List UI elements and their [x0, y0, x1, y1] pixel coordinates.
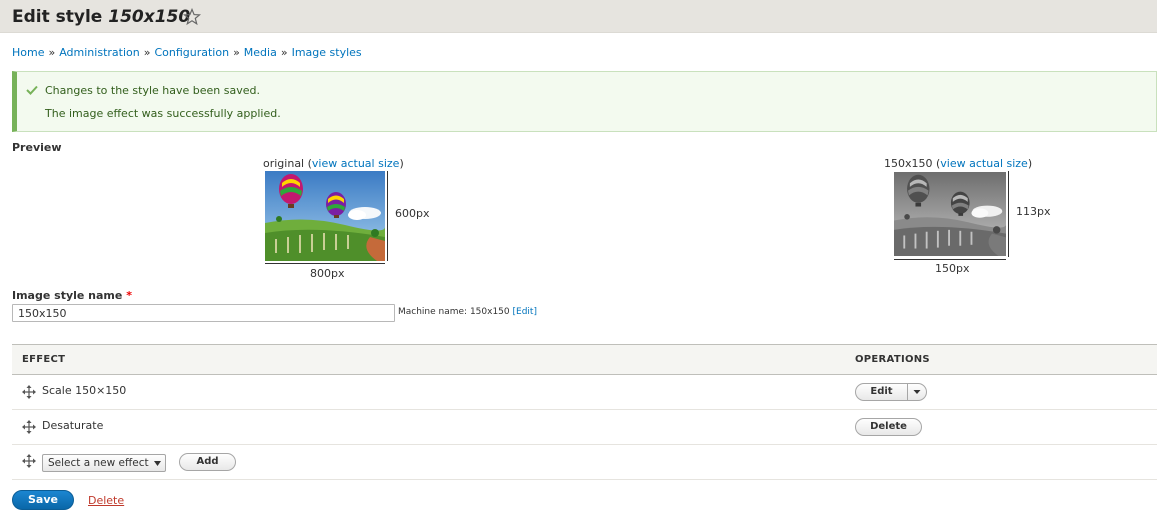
- required-marker: *: [126, 289, 132, 302]
- derivative-preview-image[interactable]: [894, 171, 1006, 257]
- move-icon[interactable]: [22, 385, 36, 399]
- table-row: Scale 150×150 Edit: [12, 375, 1157, 410]
- breadcrumb: Home» Administration» Configuration» Media»…: [12, 46, 362, 59]
- derivative-view-actual-size-link[interactable]: view actual size: [940, 157, 1028, 170]
- status-message: Changes to the style have been saved.: [45, 84, 261, 97]
- status-message: The image effect was successfully applie…: [45, 107, 281, 120]
- effect-name: Scale 150×150: [42, 384, 127, 397]
- original-width-label: 800px: [310, 267, 345, 280]
- chevron-down-icon[interactable]: [908, 384, 926, 400]
- original-view-actual-size-link[interactable]: view actual size: [312, 157, 400, 170]
- derivative-caption-prefix: 150x150 (: [884, 157, 941, 170]
- move-icon[interactable]: [22, 420, 36, 434]
- edit-button[interactable]: Edit: [856, 384, 908, 400]
- height-dimension-line: [1008, 171, 1009, 257]
- check-icon: [26, 85, 38, 95]
- derivative-height-label: 113px: [1016, 205, 1051, 218]
- image-style-name-label: Image style name *: [12, 289, 132, 302]
- original-caption: original (view actual size): [263, 157, 404, 170]
- move-icon[interactable]: [22, 454, 36, 468]
- table-header: EFFECT OPERATIONS: [12, 344, 1157, 375]
- page-header: Edit style 150x150: [0, 0, 1157, 33]
- effects-table: EFFECT OPERATIONS Scale 150×150 Edit Des…: [12, 344, 1157, 480]
- machine-name: Machine name: 150x150 [Edit]: [398, 307, 537, 317]
- derivative-caption-suffix: ): [1027, 157, 1033, 170]
- breadcrumb-image-styles[interactable]: Image styles: [292, 46, 362, 59]
- preview-label: Preview: [12, 141, 62, 154]
- new-effect-select[interactable]: Select a new effect: [42, 454, 166, 472]
- page-title: Edit style 150x150: [12, 7, 190, 27]
- original-height-label: 600px: [395, 207, 430, 220]
- breadcrumb-separator: »: [143, 46, 151, 59]
- breadcrumb-media[interactable]: Media: [244, 46, 277, 59]
- delete-effect-button[interactable]: Delete: [855, 418, 922, 436]
- breadcrumb-separator: »: [280, 46, 288, 59]
- image-style-name-input[interactable]: [12, 304, 395, 322]
- breadcrumb-home[interactable]: Home: [12, 46, 44, 59]
- chevron-down-icon: [154, 461, 161, 466]
- star-icon[interactable]: [183, 8, 201, 26]
- table-row: Desaturate Delete: [12, 410, 1157, 445]
- effect-name: Desaturate: [42, 419, 104, 432]
- machine-name-edit-link[interactable]: [Edit]: [513, 307, 537, 317]
- width-dimension-line: [894, 259, 1006, 260]
- machine-name-text: Machine name: 150x150: [398, 307, 510, 317]
- derivative-width-label: 150px: [935, 262, 970, 275]
- delete-style-link[interactable]: Delete: [88, 494, 124, 507]
- breadcrumb-configuration[interactable]: Configuration: [154, 46, 229, 59]
- image-style-name-label-text: Image style name: [12, 289, 123, 302]
- original-caption-prefix: original (: [263, 157, 312, 170]
- page-title-prefix: Edit style: [12, 7, 103, 27]
- table-row-new-effect: Select a new effect Add: [12, 445, 1157, 480]
- add-effect-button[interactable]: Add: [179, 453, 236, 471]
- breadcrumb-administration[interactable]: Administration: [59, 46, 140, 59]
- save-button[interactable]: Save: [12, 490, 74, 510]
- original-preview-image[interactable]: [265, 171, 385, 261]
- edit-split-button: Edit: [855, 383, 927, 401]
- derivative-caption: 150x150 (view actual size): [884, 157, 1032, 170]
- status-messages: Changes to the style have been saved. Th…: [12, 71, 1157, 132]
- original-caption-suffix: ): [399, 157, 404, 170]
- breadcrumb-separator: »: [233, 46, 240, 59]
- page-title-style-name: 150x150: [108, 7, 191, 27]
- column-header-operations: OPERATIONS: [855, 354, 930, 365]
- height-dimension-line: [387, 171, 388, 261]
- column-header-effect: EFFECT: [22, 354, 66, 365]
- new-effect-select-value: Select a new effect: [48, 457, 149, 469]
- width-dimension-line: [265, 263, 385, 264]
- breadcrumb-separator: »: [48, 46, 56, 59]
